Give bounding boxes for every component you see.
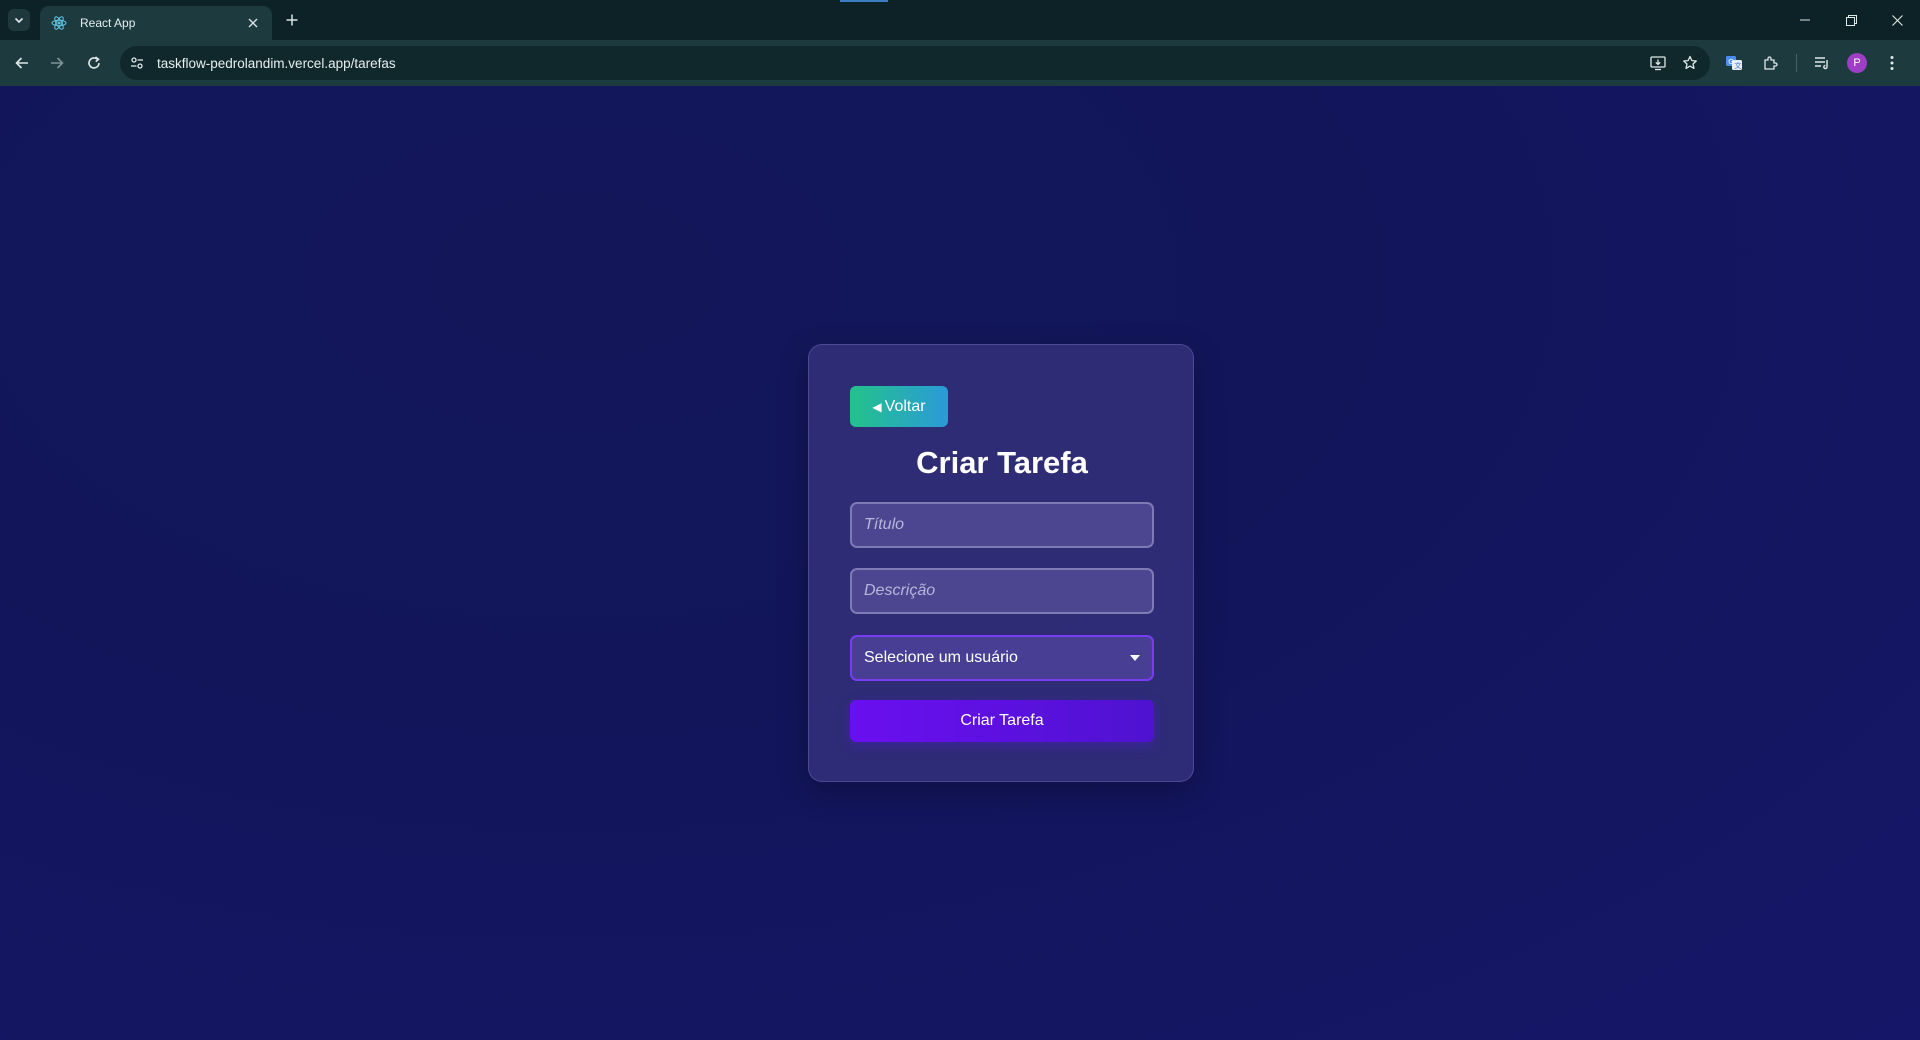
back-nav-button[interactable]	[10, 51, 34, 75]
media-queue-icon[interactable]	[1810, 51, 1834, 75]
svg-text:G: G	[1728, 58, 1733, 66]
chevron-down-icon	[14, 17, 24, 24]
tab-search-button[interactable]	[8, 9, 30, 31]
bookmark-star-icon[interactable]	[1678, 51, 1702, 75]
site-info-icon[interactable]	[123, 49, 151, 77]
arrow-right-icon	[51, 57, 64, 69]
translate-icon[interactable]: G文	[1722, 51, 1746, 75]
browser-toolbar: taskflow-pedrolandim.vercel.app/tarefas …	[0, 40, 1920, 86]
close-tab-icon[interactable]	[244, 14, 262, 32]
install-app-icon[interactable]	[1646, 51, 1670, 75]
triangle-left-icon: ◀	[872, 399, 882, 414]
user-select-value: Selecione um usuário	[864, 649, 1018, 666]
titlebar-accent	[840, 0, 888, 2]
toolbar-separator	[1796, 54, 1797, 72]
minimize-button[interactable]	[1782, 0, 1828, 40]
extensions-icon[interactable]	[1759, 51, 1783, 75]
toolbar-actions: G文 P	[1722, 51, 1917, 75]
close-window-button[interactable]	[1874, 0, 1920, 40]
address-bar[interactable]: taskflow-pedrolandim.vercel.app/tarefas	[120, 46, 1710, 80]
restore-icon	[1845, 14, 1857, 26]
reload-button[interactable]	[82, 51, 106, 75]
close-icon	[1891, 14, 1903, 26]
back-button-label: Voltar	[884, 397, 926, 415]
profile-avatar[interactable]: P	[1847, 53, 1867, 73]
back-button[interactable]: ◀ Voltar	[850, 386, 948, 427]
kebab-menu-icon[interactable]	[1880, 51, 1904, 75]
browser-titlebar: React App	[0, 0, 1920, 40]
react-icon	[50, 14, 68, 32]
new-tab-button[interactable]	[280, 8, 304, 32]
caret-down-icon	[1130, 655, 1140, 661]
svg-text:文: 文	[1735, 61, 1742, 70]
task-description-input[interactable]	[850, 568, 1154, 614]
browser-tab[interactable]: React App	[40, 6, 272, 40]
create-task-button[interactable]: Criar Tarefa	[850, 700, 1154, 742]
create-task-card: ◀ Voltar Criar Tarefa Selecione um usuár…	[808, 344, 1194, 782]
page-background: ◀ Voltar Criar Tarefa Selecione um usuár…	[0, 86, 1920, 1040]
user-select[interactable]: Selecione um usuário	[850, 635, 1154, 681]
forward-nav-button[interactable]	[45, 51, 69, 75]
plus-icon	[286, 14, 298, 26]
page-title: Criar Tarefa	[916, 445, 1088, 480]
url-text[interactable]: taskflow-pedrolandim.vercel.app/tarefas	[157, 56, 1646, 71]
task-title-input[interactable]	[850, 502, 1154, 548]
reload-icon	[88, 56, 100, 69]
tab-title: React App	[80, 16, 136, 30]
restore-button[interactable]	[1828, 0, 1874, 40]
arrow-left-icon	[15, 57, 28, 69]
window-controls	[1782, 0, 1920, 40]
minimize-icon	[1800, 19, 1810, 21]
